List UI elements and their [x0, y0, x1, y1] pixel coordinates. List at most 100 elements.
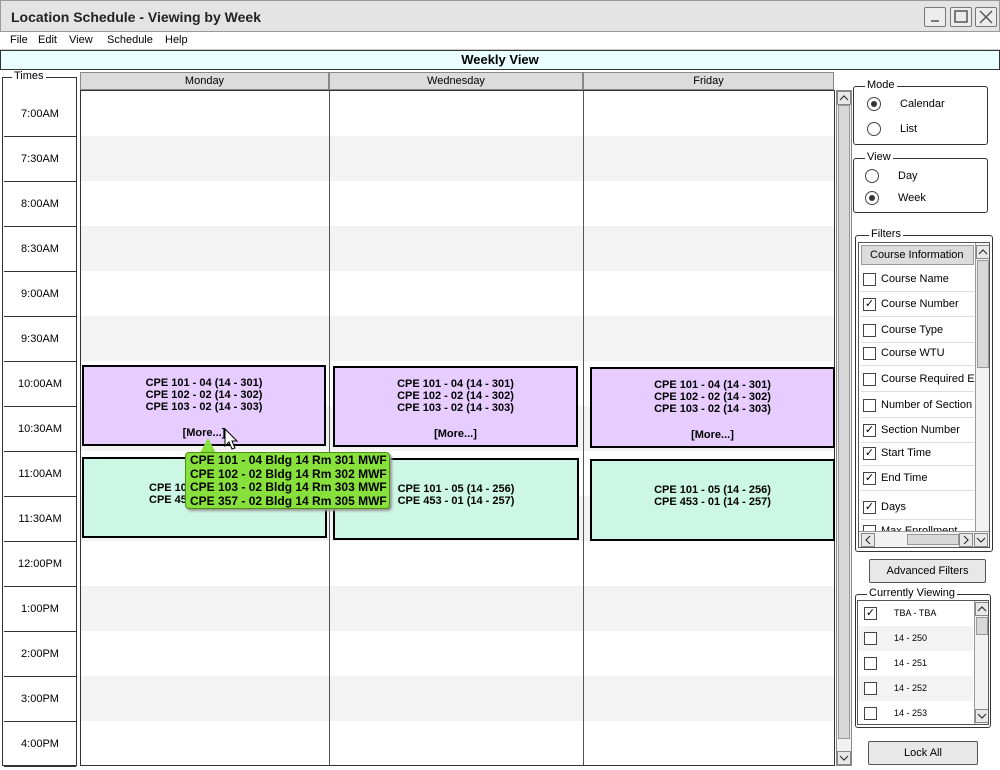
time-slot: 9:30AM [4, 317, 76, 362]
view-day-label[interactable]: Day [898, 170, 918, 182]
more-link[interactable]: [More...] [335, 428, 576, 440]
minimize-icon [931, 20, 939, 22]
filters-vscrollbar[interactable] [975, 243, 989, 531]
filter-start-time[interactable]: ✓ Start Time [861, 441, 974, 466]
course-line: CPE 101 - 04 (14 - 301) [654, 379, 771, 391]
location-item[interactable]: ✓ TBA - TBA [858, 601, 973, 626]
filter-category-header[interactable]: Course Information [861, 245, 974, 265]
calendar-row [81, 541, 834, 586]
location-item[interactable]: 14 - 251 [858, 651, 973, 676]
scroll-down-button[interactable] [975, 709, 988, 723]
advanced-filters-button[interactable]: Advanced Filters [869, 559, 986, 583]
more-link[interactable]: [More...] [592, 429, 833, 441]
filter-section-number[interactable]: ✓ Section Number [861, 418, 974, 443]
scroll-down-button[interactable] [974, 533, 988, 547]
calendar-scrollbar[interactable] [836, 90, 852, 766]
filter-course-type[interactable]: Course Type [861, 318, 974, 343]
menu-view[interactable]: View [69, 34, 93, 46]
day-header-monday[interactable]: Monday [80, 72, 329, 90]
filter-days[interactable]: ✓ Days [861, 495, 974, 520]
view-week-label[interactable]: Week [898, 192, 926, 204]
filter-end-time[interactable]: ✓ End Time [861, 466, 974, 491]
checkbox-checked[interactable]: ✓ [863, 298, 876, 311]
checkbox[interactable] [863, 373, 876, 386]
view-legend: View [865, 151, 893, 163]
day-header-wednesday[interactable]: Wednesday [329, 72, 583, 90]
filter-number-of-sections[interactable]: Number of Section [861, 393, 974, 418]
filter-course-number[interactable]: ✓ Course Number [861, 292, 974, 317]
filter-course-wtu[interactable]: Course WTU [861, 341, 974, 366]
scroll-thumb[interactable] [976, 617, 988, 635]
menu-help[interactable]: Help [165, 34, 188, 46]
filter-label: Start Time [881, 447, 932, 459]
course-block-friday-morning[interactable]: CPE 101 - 04 (14 - 301) CPE 102 - 02 (14… [590, 367, 835, 448]
checkbox[interactable] [863, 347, 876, 360]
scroll-right-button[interactable] [959, 533, 973, 547]
radio-selected-dot [871, 101, 877, 107]
location-item[interactable]: 14 - 252 [858, 676, 973, 701]
mode-legend: Mode [865, 79, 897, 91]
chevron-up-icon [978, 249, 988, 255]
time-slot: 11:00AM [4, 452, 76, 497]
checkbox[interactable] [864, 657, 877, 670]
time-slot: 8:30AM [4, 227, 76, 272]
time-slot: 7:00AM [4, 92, 76, 137]
close-button[interactable] [975, 7, 997, 27]
currently-viewing-scrollbar[interactable] [974, 601, 988, 724]
time-slot: 2:00PM [4, 632, 76, 677]
scroll-up-button[interactable] [975, 602, 988, 616]
checkbox[interactable] [863, 324, 876, 337]
checkbox[interactable] [864, 707, 877, 720]
checkbox-checked[interactable]: ✓ [863, 501, 876, 514]
menu-file[interactable]: File [10, 34, 28, 46]
menu-edit[interactable]: Edit [38, 34, 57, 46]
course-block-friday-late[interactable]: CPE 101 - 05 (14 - 256) CPE 453 - 01 (14… [590, 459, 835, 541]
scroll-thumb[interactable] [838, 105, 850, 739]
checkbox-checked[interactable]: ✓ [863, 472, 876, 485]
location-label: 14 - 250 [894, 633, 928, 643]
scroll-thumb[interactable] [907, 534, 959, 545]
scroll-thumb[interactable] [977, 260, 989, 368]
tooltip-line: CPE 101 - 04 Bldg 14 Rm 301 MWF [190, 453, 387, 467]
location-item[interactable]: 14 - 253 [858, 701, 973, 724]
checkbox-checked[interactable]: ✓ [863, 447, 876, 460]
location-label: 14 - 251 [894, 658, 928, 668]
course-line: CPE 101 - 04 (14 - 301) [145, 377, 263, 389]
checkbox[interactable] [863, 399, 876, 412]
mode-list-label[interactable]: List [900, 123, 917, 135]
checkbox[interactable] [863, 273, 876, 286]
filter-label: Section Number [881, 424, 960, 436]
maximize-button[interactable] [950, 7, 972, 27]
checkbox[interactable] [864, 632, 877, 645]
course-block-monday-morning[interactable]: CPE 101 - 04 (14 - 301) CPE 102 - 02 (14… [82, 365, 326, 446]
checkbox-checked[interactable]: ✓ [864, 607, 877, 620]
tooltip-tail [200, 438, 216, 453]
lock-all-button[interactable]: Lock All [868, 741, 978, 765]
filter-course-name[interactable]: Course Name [861, 267, 974, 292]
location-label: 14 - 253 [894, 708, 928, 718]
mode-calendar-radio[interactable] [867, 97, 881, 111]
mode-list-radio[interactable] [867, 122, 881, 136]
time-slot: 12:00PM [4, 542, 76, 587]
filters-legend: Filters [869, 228, 903, 240]
location-item[interactable]: 14 - 250 [858, 626, 973, 651]
scroll-up-button[interactable] [976, 245, 989, 259]
view-day-radio[interactable] [865, 169, 879, 183]
checkbox-checked[interactable]: ✓ [863, 424, 876, 437]
mode-calendar-label[interactable]: Calendar [900, 98, 945, 110]
menu-schedule[interactable]: Schedule [107, 34, 153, 46]
minimize-button[interactable] [924, 7, 946, 27]
scroll-down-button[interactable] [837, 751, 851, 765]
filter-course-required[interactable]: Course Required E [861, 367, 975, 392]
scroll-left-button[interactable] [861, 533, 875, 547]
course-block-wednesday-morning[interactable]: CPE 101 - 04 (14 - 301) CPE 102 - 02 (14… [333, 366, 578, 447]
scroll-up-button[interactable] [837, 91, 851, 105]
checkbox[interactable] [864, 682, 877, 695]
time-slot: 9:00AM [4, 272, 76, 317]
view-week-radio[interactable] [865, 191, 879, 205]
times-legend: Times [12, 70, 46, 82]
calendar-row [81, 271, 834, 316]
day-header-friday[interactable]: Friday [583, 72, 834, 90]
window-title: Location Schedule - Viewing by Week [11, 9, 261, 25]
filters-hscrollbar[interactable] [859, 531, 989, 547]
